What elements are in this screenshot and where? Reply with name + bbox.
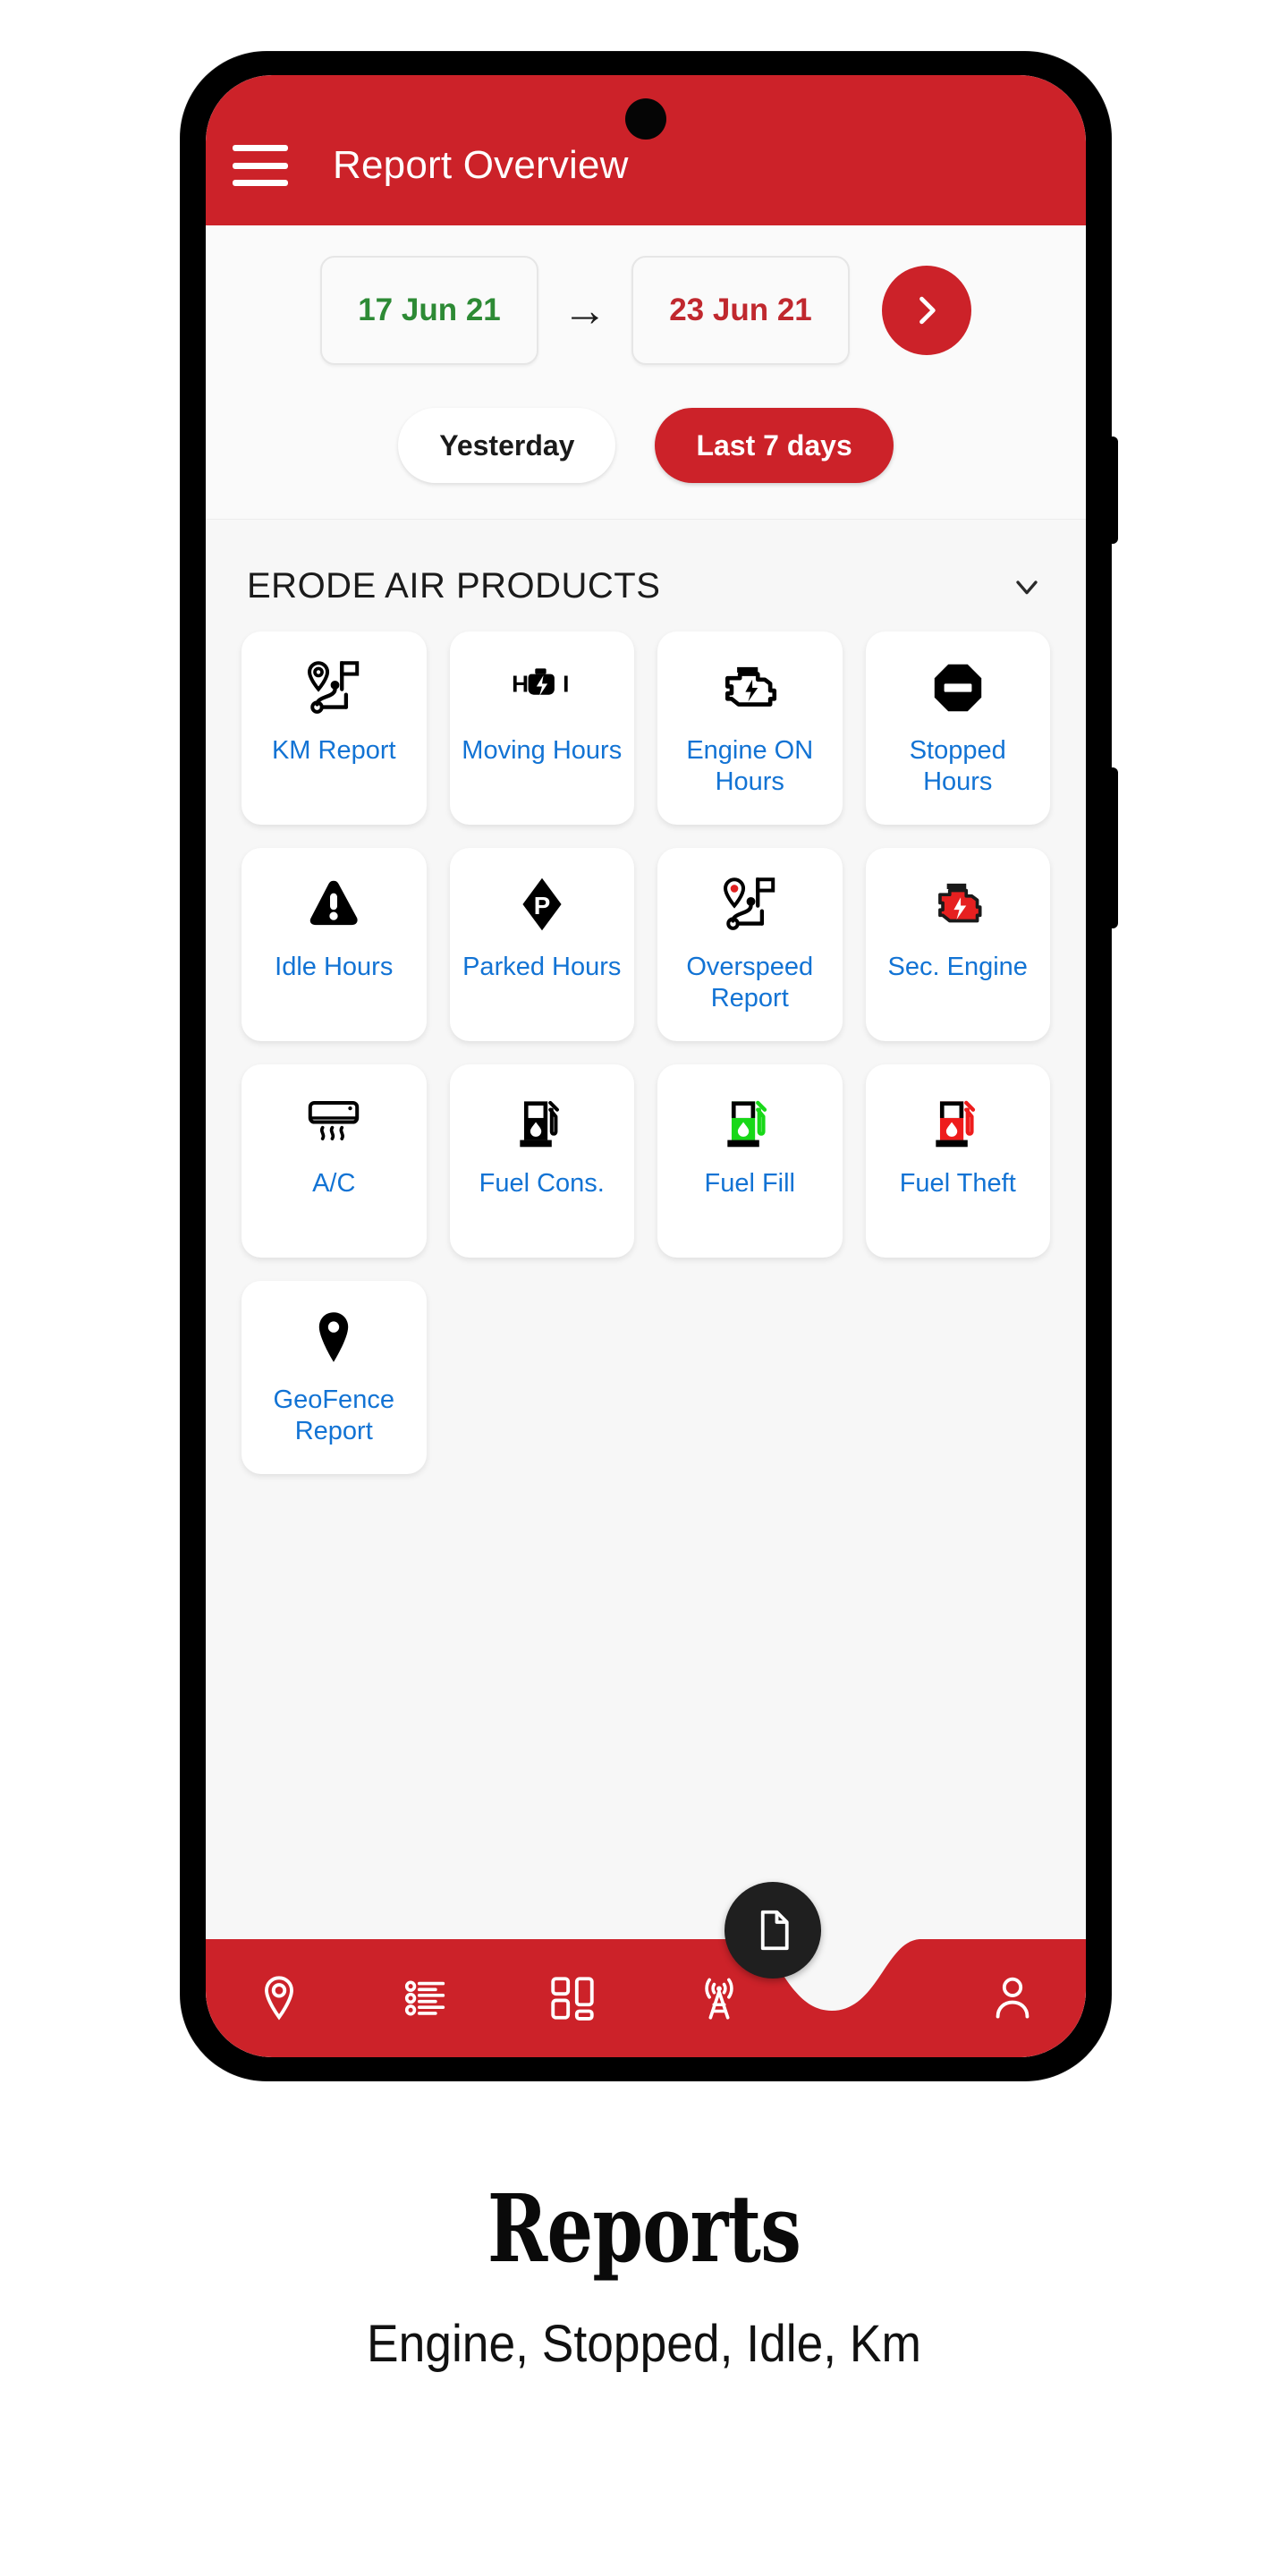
report-tile-km-report[interactable]: KM Report <box>242 631 427 825</box>
report-tile-label: Sec. Engine <box>887 953 1028 981</box>
caption-subtitle: Engine, Stopped, Idle, Km <box>367 2315 921 2373</box>
date-to-field[interactable]: 23 Jun 21 <box>631 256 850 365</box>
warning-triangle-icon <box>301 868 367 941</box>
report-tile-parked-hours[interactable]: P Parked Hours <box>449 848 634 1041</box>
phone-side-button-lower <box>1107 767 1118 928</box>
engine-red-icon <box>925 868 991 941</box>
chevron-down-icon[interactable] <box>1009 569 1045 605</box>
report-tile-label: Parked Hours <box>462 953 622 981</box>
report-tile-label: Stopped Hours <box>909 736 1006 797</box>
page-title: Report Overview <box>333 143 629 187</box>
report-tile-label: Idle Hours <box>275 953 394 981</box>
nav-item-list[interactable] <box>352 1972 499 2024</box>
report-tile-label: Engine ON Hours <box>686 736 814 797</box>
report-tile-moving-hours[interactable]: H I Moving Hours <box>449 631 634 825</box>
report-grid-wrapper: KM Report H I Moving Hours Engine ON Hou… <box>206 631 1086 2057</box>
caption-block: Reports Engine, Stopped, Idle, Km <box>0 2174 1288 2374</box>
group-header[interactable]: ERODE AIR PRODUCTS <box>206 520 1086 631</box>
route-pin-flag-icon <box>301 651 367 724</box>
report-tile-engine-on-hours[interactable]: Engine ON Hours <box>657 631 843 825</box>
route-pin-flag-red-icon <box>716 868 783 941</box>
bottom-navigation-bar <box>206 1882 1086 2057</box>
dashboard-grid-icon <box>551 1977 594 2021</box>
air-conditioner-icon <box>301 1084 367 1157</box>
nav-item-location[interactable] <box>206 1972 352 2024</box>
report-tile-idle-hours[interactable]: Idle Hours <box>242 848 427 1041</box>
map-pin-icon <box>301 1301 367 1374</box>
report-tile-label: A/C <box>312 1169 356 1198</box>
hamburger-menu-icon[interactable] <box>233 145 288 186</box>
svg-text:H: H <box>512 671 529 698</box>
broadcast-tower-icon <box>705 1978 733 2020</box>
location-pin-icon <box>265 1976 293 2021</box>
report-tile-label: Fuel Fill <box>704 1169 795 1198</box>
screenshot-root: Report Overview 17 Jun 21 → 23 Jun 21 Ye… <box>0 0 1288 2576</box>
report-tile-fuel-fill[interactable]: Fuel Fill <box>657 1064 843 1258</box>
date-range-arrow-icon: → <box>563 285 607 335</box>
report-tile-fuel-cons[interactable]: Fuel Cons. <box>449 1064 634 1258</box>
report-tile-label: Overspeed Report <box>686 953 814 1013</box>
chevron-right-icon <box>919 296 936 325</box>
quick-filter-row: Yesterday Last 7 days <box>206 408 1086 483</box>
report-tile-label: GeoFence Report <box>273 1385 394 1446</box>
report-tile-label: Fuel Theft <box>899 1169 1016 1198</box>
svg-text:P: P <box>533 892 550 919</box>
fuel-pump-black-icon <box>509 1084 575 1157</box>
stop-sign-icon <box>925 651 991 724</box>
phone-side-button-upper <box>1107 436 1118 544</box>
nav-item-broadcast[interactable] <box>646 1972 792 2024</box>
group-name: ERODE AIR PRODUCTS <box>247 566 661 606</box>
engine-bolt-icon <box>716 651 783 724</box>
document-icon <box>760 1910 789 1951</box>
list-icon <box>404 1980 445 2016</box>
caption-title: Reports <box>487 2174 801 2284</box>
report-tile-geofence-report[interactable]: GeoFence Report <box>242 1281 427 1474</box>
report-grid: KM Report H I Moving Hours Engine ON Hou… <box>242 631 1050 1474</box>
report-tile-stopped-hours[interactable]: Stopped Hours <box>865 631 1050 825</box>
camera-notch <box>625 98 666 140</box>
date-from-field[interactable]: 17 Jun 21 <box>320 256 538 365</box>
report-tile-label: Moving Hours <box>462 736 623 765</box>
parking-diamond-icon: P <box>509 868 575 941</box>
svg-text:I: I <box>563 671 569 698</box>
date-range-row: 17 Jun 21 → 23 Jun 21 <box>206 256 1086 365</box>
apply-date-range-button[interactable] <box>882 266 971 355</box>
nav-item-profile[interactable] <box>939 1972 1086 2024</box>
phone-screen: Report Overview 17 Jun 21 → 23 Jun 21 Ye… <box>206 75 1086 2057</box>
reports-fab-button[interactable] <box>724 1882 821 1979</box>
report-tile-ac[interactable]: A/C <box>242 1064 427 1258</box>
quick-filter-yesterday[interactable]: Yesterday <box>398 408 616 483</box>
phone-frame: Report Overview 17 Jun 21 → 23 Jun 21 Ye… <box>181 52 1118 2080</box>
fuel-pump-green-icon <box>716 1084 783 1157</box>
quick-filter-last-7-days[interactable]: Last 7 days <box>655 408 894 483</box>
engine-bolt-h-icon: H I <box>509 651 575 724</box>
report-tile-fuel-theft[interactable]: Fuel Theft <box>865 1064 1050 1258</box>
nav-item-dashboard[interactable] <box>499 1972 646 2024</box>
profile-person-icon <box>996 1977 1030 2019</box>
report-tile-sec-engine[interactable]: Sec. Engine <box>865 848 1050 1041</box>
date-filter-card: 17 Jun 21 → 23 Jun 21 Yesterday Last 7 d… <box>206 225 1086 520</box>
fuel-pump-red-icon <box>925 1084 991 1157</box>
report-tile-label: KM Report <box>271 736 396 765</box>
report-tile-label: Fuel Cons. <box>479 1169 605 1198</box>
bottom-nav-items <box>206 1939 1086 2057</box>
report-tile-overspeed-report[interactable]: Overspeed Report <box>657 848 843 1041</box>
